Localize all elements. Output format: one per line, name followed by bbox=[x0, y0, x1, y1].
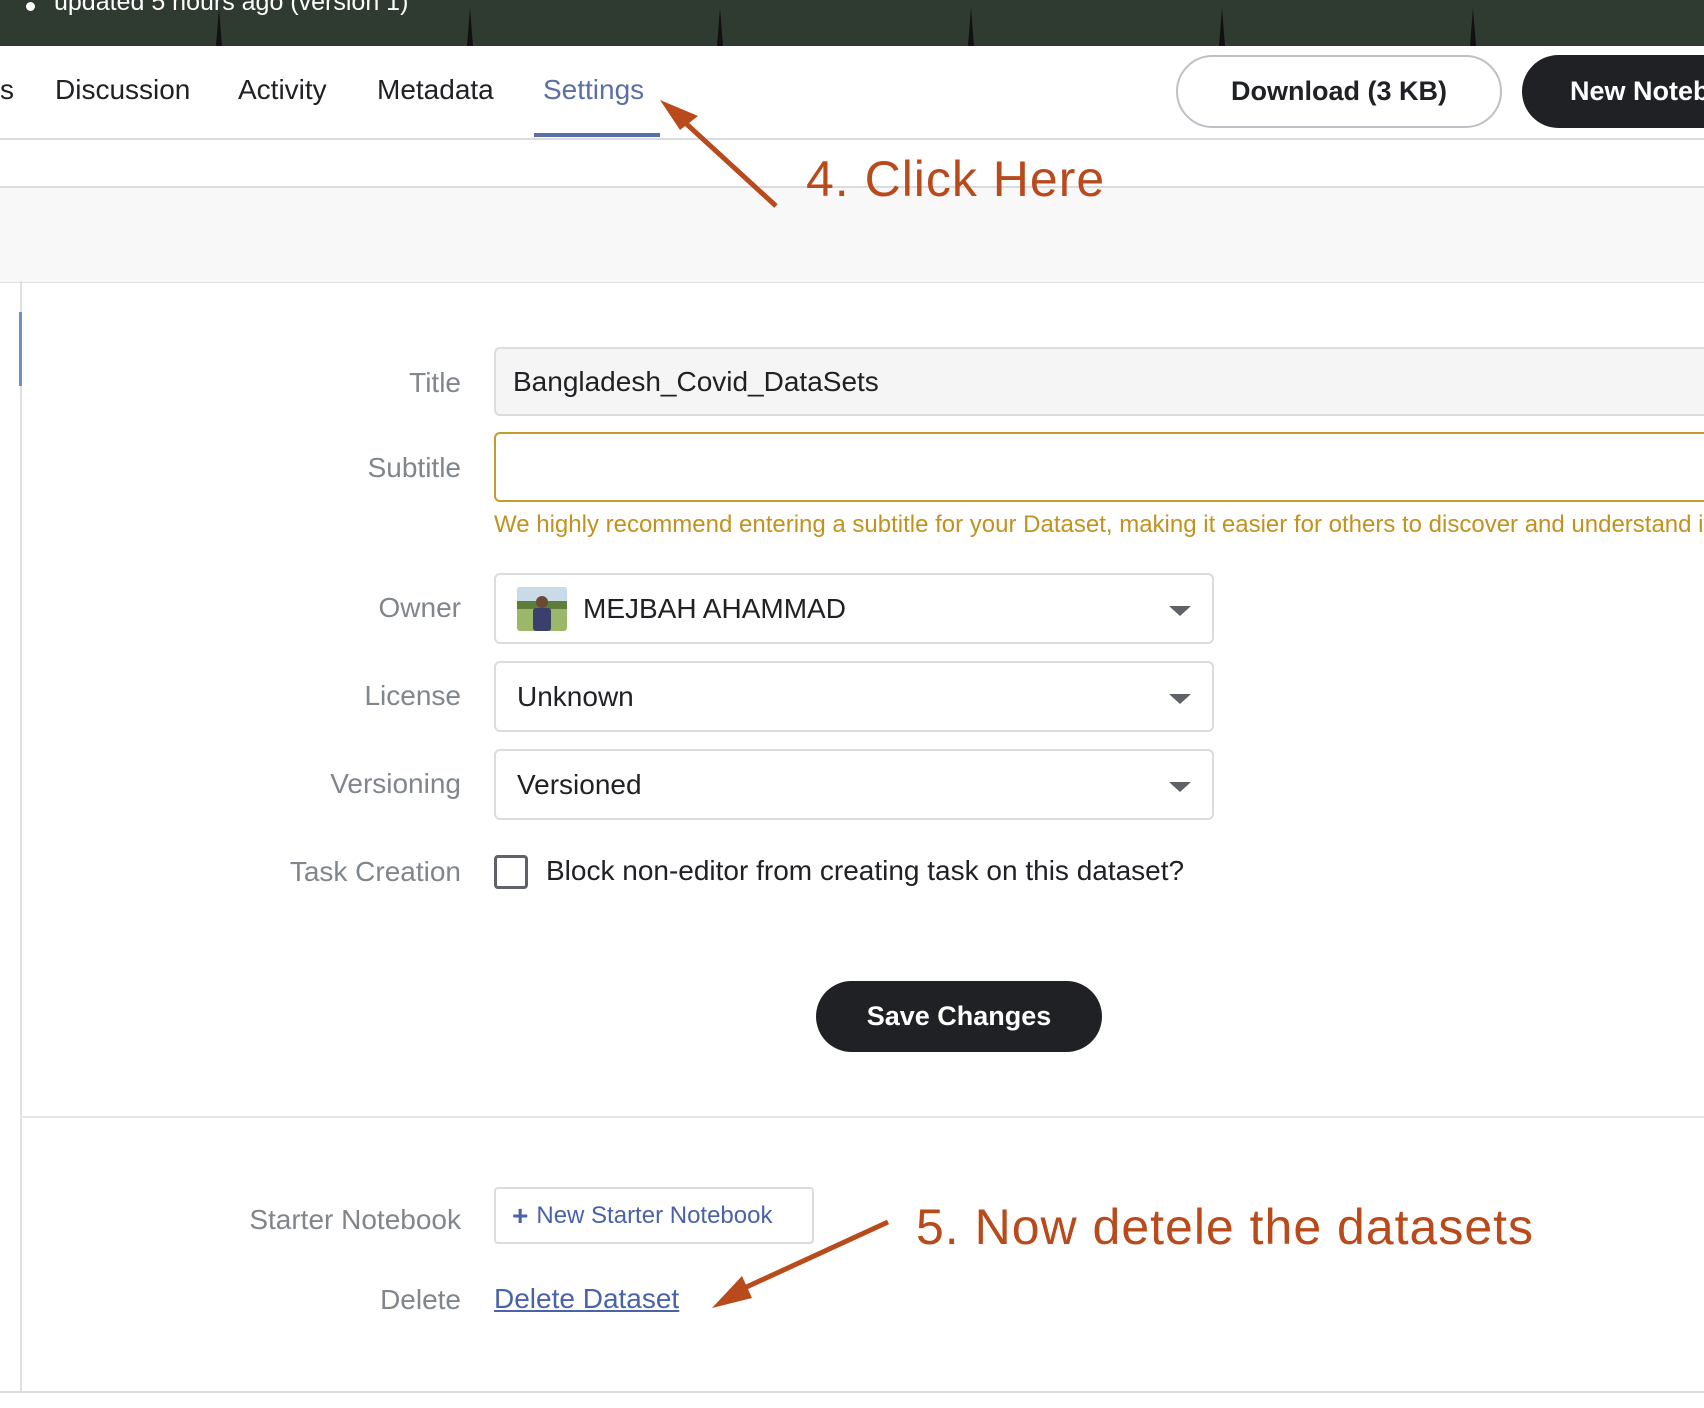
save-changes-button[interactable]: Save Changes bbox=[816, 981, 1102, 1052]
owner-label: Owner bbox=[378, 592, 461, 623]
chevron-down-icon bbox=[1169, 606, 1191, 616]
title-label: Title bbox=[409, 367, 461, 398]
banner-graphic bbox=[1470, 8, 1476, 46]
tab-activity[interactable]: Activity bbox=[238, 74, 327, 106]
active-tab-indicator bbox=[534, 133, 660, 137]
new-notebook-button[interactable]: New Notebook bbox=[1522, 55, 1704, 128]
new-starter-notebook-button[interactable]: + New Starter Notebook bbox=[494, 1187, 814, 1244]
versioning-select[interactable]: Versioned bbox=[494, 749, 1214, 820]
annotation-step-5: 5. Now detele the datasets bbox=[916, 1199, 1535, 1255]
new-starter-notebook-label: New Starter Notebook bbox=[536, 1201, 773, 1229]
owner-select-value: MEJBAH AHAMMAD bbox=[583, 592, 846, 624]
tab-discussion[interactable]: Discussion bbox=[55, 74, 190, 106]
panel-border bbox=[20, 281, 22, 1391]
task-creation-label: Task Creation bbox=[289, 856, 461, 887]
subtitle-input[interactable] bbox=[494, 432, 1704, 502]
versioning-select-value: Versioned bbox=[517, 768, 642, 800]
starter-notebook-label: Starter Notebook bbox=[249, 1204, 461, 1235]
subtitle-label: Subtitle bbox=[367, 452, 461, 483]
banner-graphic bbox=[717, 8, 723, 46]
header-banner: updated 5 hours ago (version 1) bbox=[0, 0, 1704, 46]
download-button[interactable]: Download (3 KB) bbox=[1176, 55, 1502, 128]
banner-graphic bbox=[467, 8, 473, 46]
banner-graphic bbox=[968, 8, 974, 46]
user-avatar bbox=[517, 586, 567, 631]
owner-select[interactable]: MEJBAH AHAMMAD bbox=[494, 573, 1214, 644]
license-label: License bbox=[364, 680, 461, 711]
banner-graphic bbox=[1219, 8, 1225, 46]
bullet-icon bbox=[26, 2, 35, 11]
panel-accent bbox=[19, 312, 22, 386]
annotation-step-4: 4. Click Here bbox=[806, 151, 1106, 207]
chevron-down-icon bbox=[1169, 694, 1191, 704]
tab-metadata[interactable]: Metadata bbox=[377, 74, 494, 106]
plus-icon: + bbox=[512, 1199, 529, 1231]
updated-status: updated 5 hours ago (version 1) bbox=[54, 0, 409, 16]
license-select[interactable]: Unknown bbox=[494, 661, 1214, 732]
license-select-value: Unknown bbox=[517, 680, 634, 712]
title-input-value: Bangladesh_Covid_DataSets bbox=[513, 365, 879, 397]
delete-dataset-link[interactable]: Delete Dataset bbox=[494, 1283, 679, 1315]
section-divider bbox=[20, 1116, 1704, 1118]
versioning-label: Versioning bbox=[330, 768, 461, 799]
tab-partial[interactable]: s bbox=[0, 74, 14, 106]
subtitle-hint: We highly recommend entering a subtitle … bbox=[494, 511, 1704, 538]
chevron-down-icon bbox=[1169, 782, 1191, 792]
tab-settings[interactable]: Settings bbox=[543, 74, 644, 106]
page-bottom-border bbox=[0, 1391, 1704, 1393]
block-task-checkbox-label[interactable]: Block non-editor from creating task on t… bbox=[546, 855, 1184, 887]
delete-label: Delete bbox=[380, 1284, 461, 1315]
block-task-checkbox[interactable] bbox=[494, 855, 528, 889]
title-input[interactable]: Bangladesh_Covid_DataSets bbox=[494, 347, 1704, 416]
